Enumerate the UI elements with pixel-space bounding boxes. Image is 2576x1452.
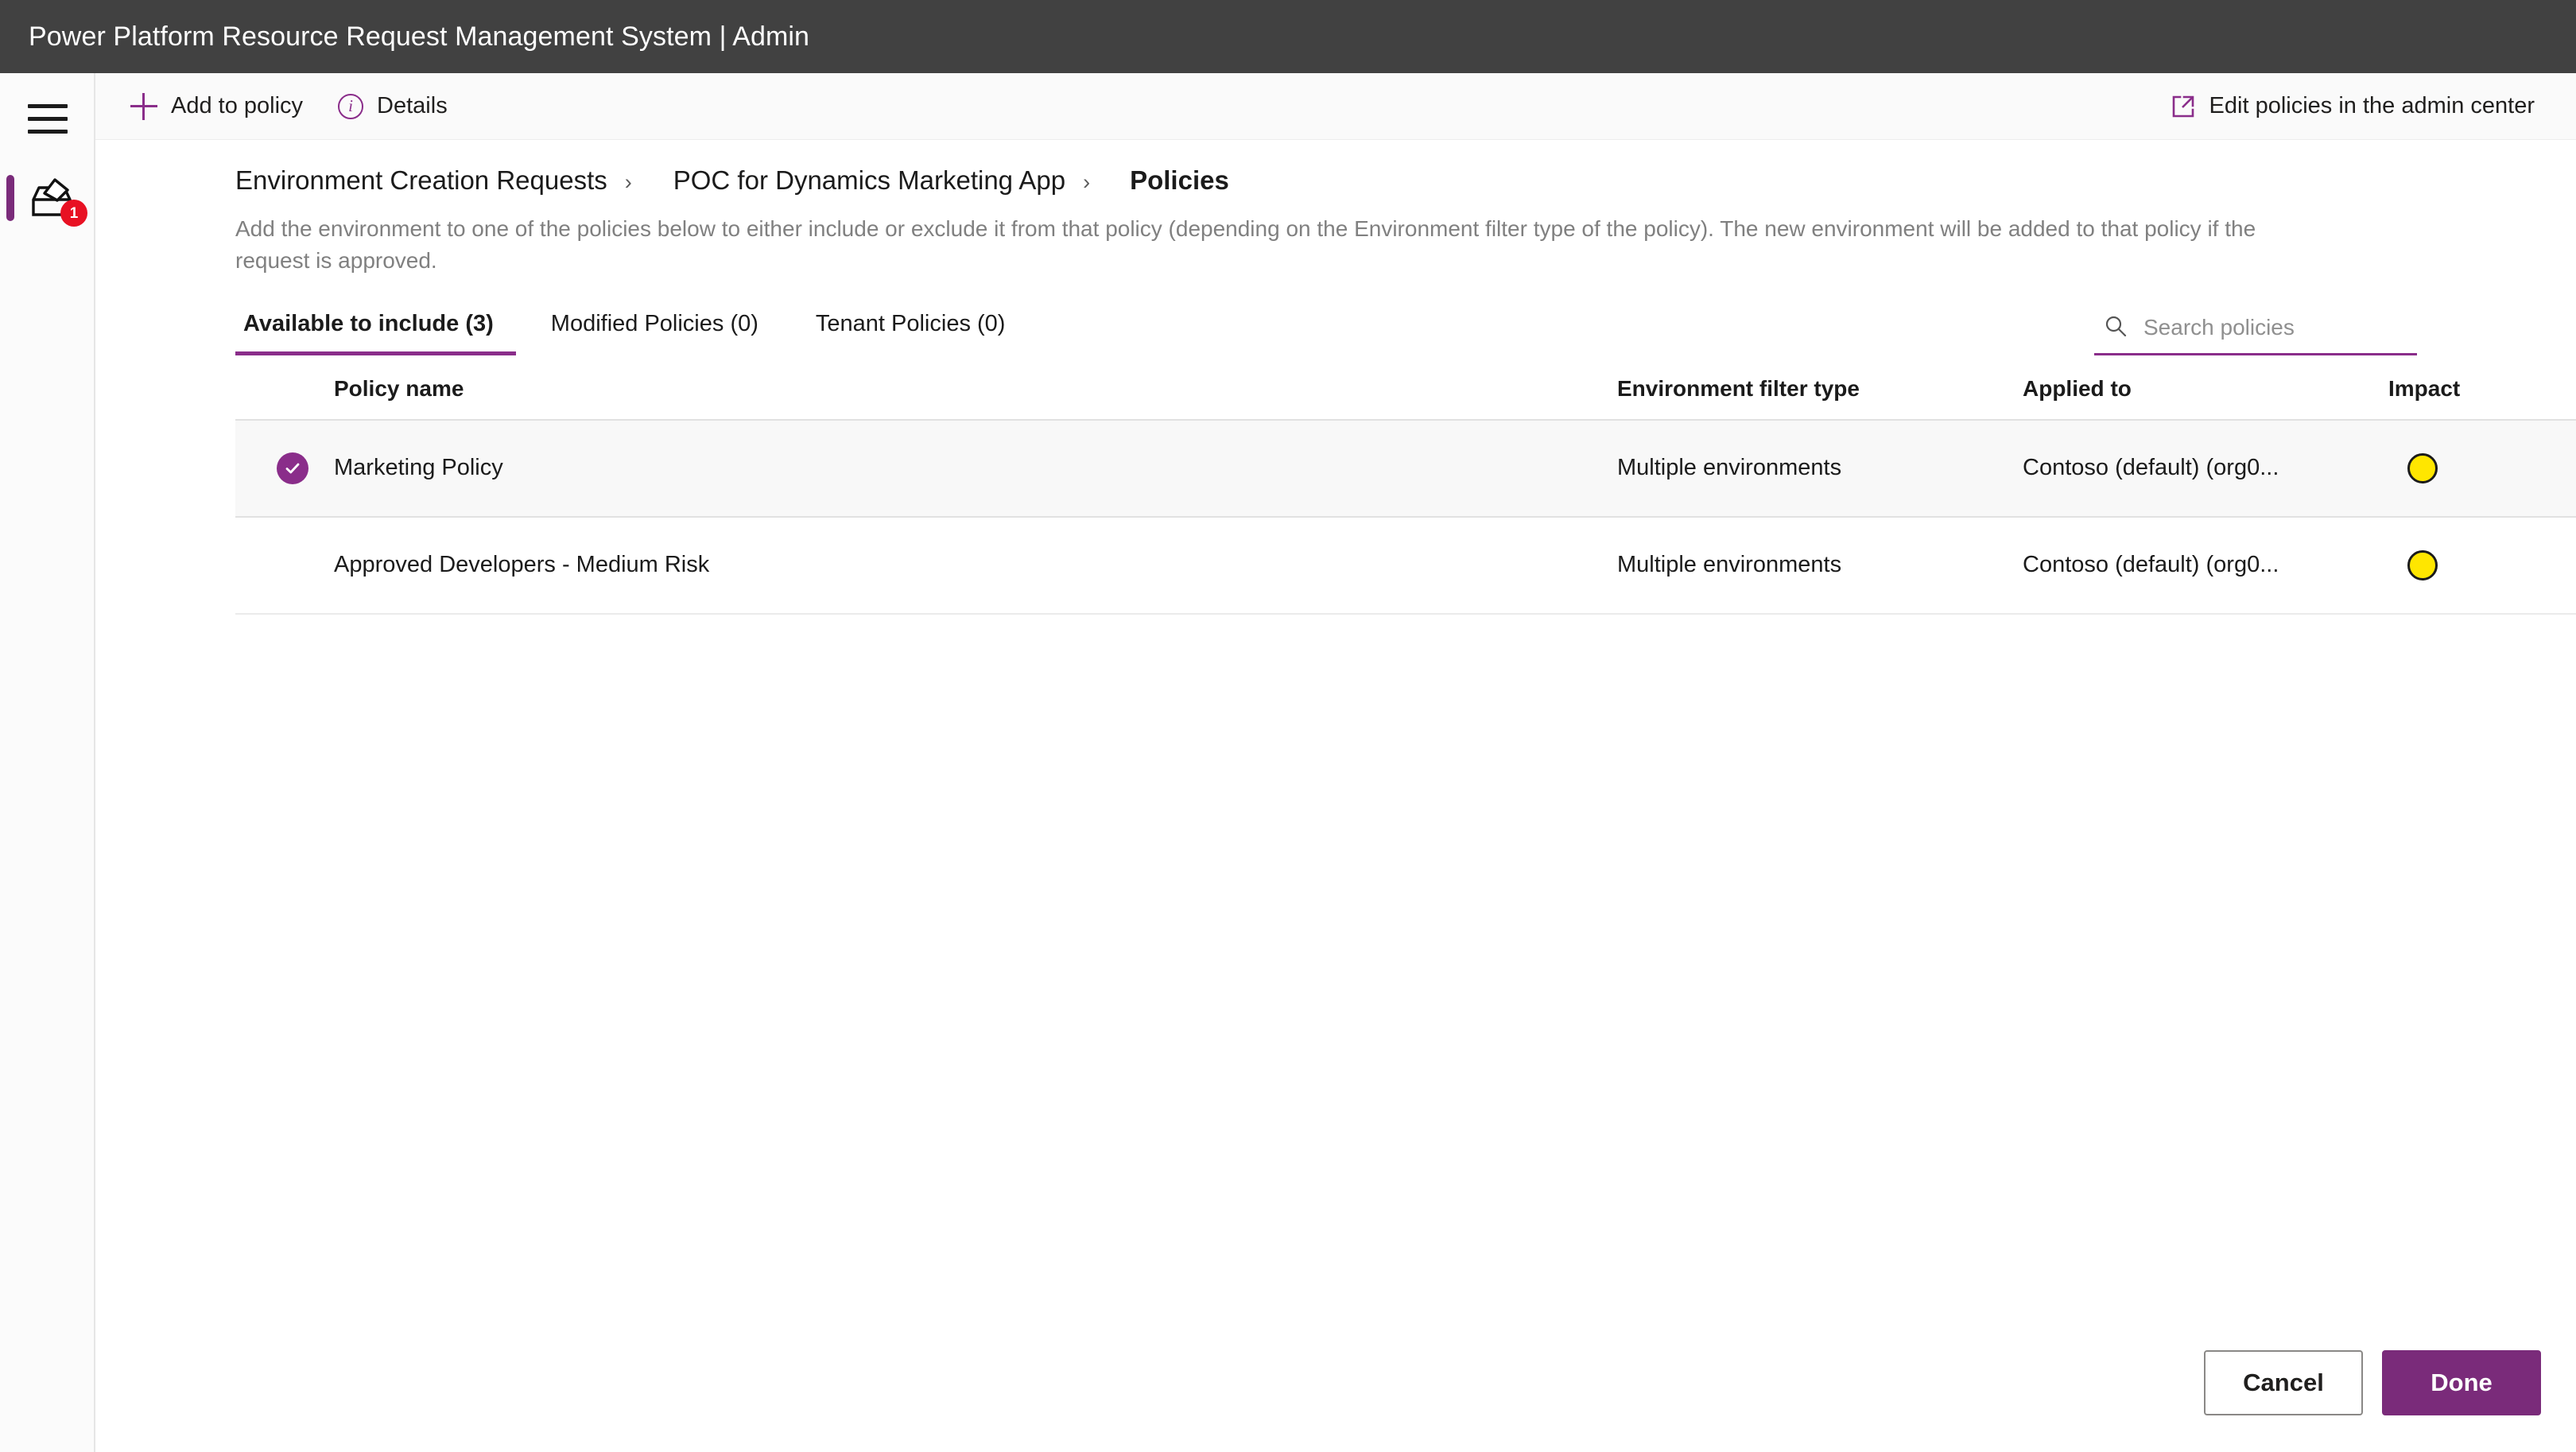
policy-table-header: Policy name Environment filter type Appl…: [235, 376, 2576, 420]
cell-impact: [2388, 420, 2576, 517]
cell-policy-name: Approved Developers - Medium Risk: [334, 552, 710, 578]
notification-badge: 1: [60, 200, 87, 227]
tabs-row: Available to include (3) Modified Polici…: [95, 278, 2576, 355]
app-title: Power Platform Resource Request Manageme…: [29, 21, 810, 52]
add-to-policy-button[interactable]: Add to policy: [116, 85, 317, 128]
table-header-row: Policy name Environment filter type Appl…: [235, 376, 2576, 420]
search-icon: [2104, 314, 2128, 342]
command-bar-right-group: Edit policies in the admin center: [2156, 85, 2549, 127]
search-policies-box[interactable]: [2094, 309, 2417, 355]
column-header-impact[interactable]: Impact: [2388, 376, 2576, 420]
chevron-right-icon: ›: [624, 170, 632, 194]
command-bar: Add to policy i Details Edit policies in…: [95, 73, 2576, 140]
page-description: Add the environment to one of the polici…: [235, 216, 2256, 274]
selection-indicator: [6, 175, 14, 221]
chevron-right-icon: ›: [1083, 170, 1091, 194]
content-region: Environment Creation Requests › POC for …: [95, 140, 2576, 1452]
policy-table: Policy name Environment filter type Appl…: [235, 376, 2576, 615]
main-pane: Add to policy i Details Edit policies in…: [95, 73, 2576, 1452]
impact-indicator: [2407, 549, 2438, 580]
column-header-environment-filter-type[interactable]: Environment filter type: [1617, 376, 2023, 420]
policy-table-container: Policy name Environment filter type Appl…: [95, 355, 2576, 615]
hamburger-line: [28, 129, 68, 134]
tab-list: Available to include (3) Modified Polici…: [235, 306, 1054, 355]
table-row[interactable]: Approved Developers - Medium Risk Multip…: [235, 517, 2576, 614]
check-circle-icon[interactable]: [277, 452, 308, 484]
edit-policies-admin-center-button[interactable]: Edit policies in the admin center: [2156, 85, 2549, 127]
cell-applied-to: Contoso (default) (org0...: [2023, 455, 2279, 481]
title-bar: Power Platform Resource Request Manageme…: [0, 0, 2576, 73]
hamburger-line: [28, 116, 68, 121]
policy-table-body: Marketing Policy Multiple environments C…: [235, 419, 2576, 614]
row-select-cell[interactable]: [235, 420, 334, 517]
sidebar-item-requests[interactable]: 1: [0, 161, 95, 237]
row-select-cell[interactable]: [235, 517, 334, 614]
add-to-policy-label: Add to policy: [171, 93, 304, 118]
dialog-footer: Cancel Done: [95, 1350, 2576, 1452]
tab-available-to-include[interactable]: Available to include (3): [235, 306, 516, 355]
table-row[interactable]: Marketing Policy Multiple environments C…: [235, 419, 2576, 517]
inbox-tray-icon: 1: [29, 176, 87, 227]
left-nav-rail: 1: [0, 73, 95, 1452]
breadcrumb-item-poc-for-dynamics-marketing-app[interactable]: POC for Dynamics Marketing App: [673, 165, 1065, 196]
flex-spacer: [95, 615, 2576, 1350]
tab-tenant-policies[interactable]: Tenant Policies (0): [808, 306, 1028, 355]
command-bar-left-group: Add to policy i Details: [116, 85, 462, 128]
details-button[interactable]: i Details: [324, 85, 462, 127]
impact-indicator: [2407, 452, 2438, 483]
plus-icon: [130, 92, 157, 120]
column-header-policy-name[interactable]: Policy name: [334, 376, 1617, 420]
cell-policy-name: Marketing Policy: [334, 455, 503, 481]
open-in-new-window-icon: [2171, 94, 2196, 119]
app-shell: 1 Add to policy i Details Edit policies …: [0, 73, 2576, 1452]
edit-policies-label: Edit policies in the admin center: [2209, 93, 2535, 118]
search-input[interactable]: [2143, 315, 2411, 341]
tab-modified-policies[interactable]: Modified Policies (0): [543, 306, 781, 355]
column-header-applied-to[interactable]: Applied to: [2023, 376, 2388, 420]
column-header-select: [235, 376, 334, 420]
done-button[interactable]: Done: [2382, 1350, 2541, 1415]
cell-impact: [2388, 517, 2576, 614]
cell-environment-filter-type: Multiple environments: [1617, 552, 1842, 578]
breadcrumb: Environment Creation Requests › POC for …: [95, 140, 2576, 196]
details-label: Details: [377, 93, 448, 118]
cancel-button[interactable]: Cancel: [2204, 1350, 2363, 1415]
cell-environment-filter-type: Multiple environments: [1617, 455, 1842, 481]
breadcrumb-item-policies: Policies: [1130, 165, 1229, 195]
hamburger-menu-icon[interactable]: [0, 87, 95, 149]
cell-applied-to: Contoso (default) (org0...: [2023, 552, 2279, 578]
info-icon: i: [338, 93, 364, 119]
breadcrumb-item-environment-creation-requests[interactable]: Environment Creation Requests: [235, 165, 607, 196]
hamburger-line: [28, 103, 68, 108]
